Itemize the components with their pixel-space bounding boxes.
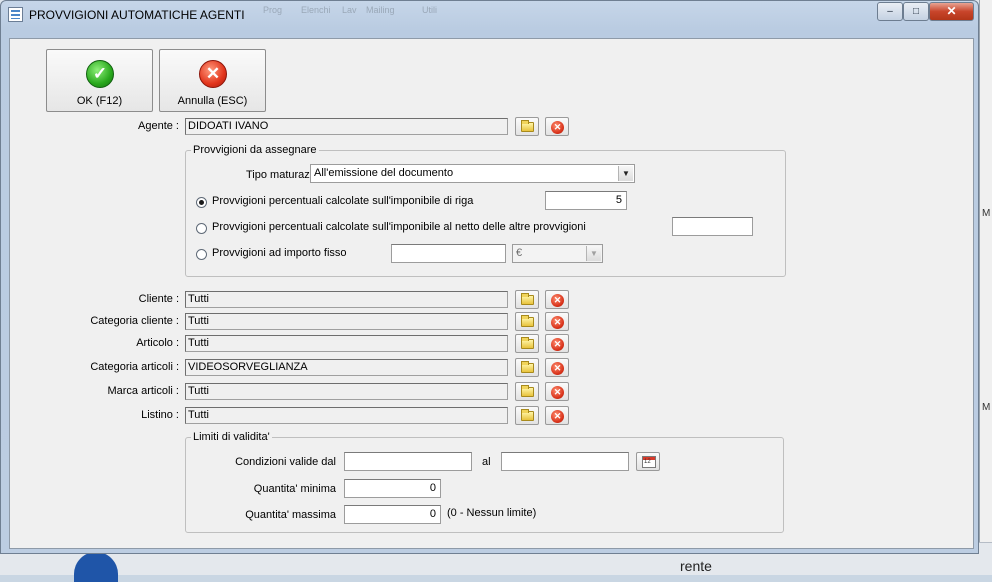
- radio-percentuali-riga-label[interactable]: Provvigioni percentuali calcolate sull'i…: [212, 195, 473, 207]
- categoria-articoli-label: Categoria articoli :: [90, 361, 179, 373]
- ghost-menu-item: Utili: [422, 5, 437, 15]
- clear-icon: ✕: [551, 410, 564, 423]
- folder-icon: [521, 293, 534, 305]
- ghost-menu-item: Elenchi: [301, 5, 331, 15]
- radio-importo-fisso-label[interactable]: Provvigioni ad importo fisso: [212, 247, 347, 259]
- valide-dal-input[interactable]: [344, 452, 472, 471]
- valide-al-input[interactable]: [501, 452, 629, 471]
- background-right-text: M: [982, 208, 991, 219]
- categoria-articoli-clear-button[interactable]: ✕: [545, 358, 569, 377]
- cliente-field[interactable]: Tutti: [185, 291, 508, 308]
- agente-field[interactable]: DIDOATI IVANO: [185, 118, 508, 135]
- clear-icon: ✕: [551, 294, 564, 307]
- articolo-field[interactable]: Tutti: [185, 335, 508, 352]
- tipo-maturazione-select[interactable]: All'emissione del documento ▼: [310, 164, 635, 183]
- categoria-cliente-browse-button[interactable]: [515, 312, 539, 331]
- marca-articoli-label: Marca articoli :: [107, 385, 179, 397]
- agente-browse-button[interactable]: [515, 117, 539, 136]
- quantita-massima-label: Quantita' massima: [245, 509, 336, 521]
- cliente-clear-button[interactable]: ✕: [545, 290, 569, 309]
- cancel-button[interactable]: ✕ Annulla (ESC): [159, 49, 266, 112]
- clear-icon: ✕: [551, 121, 564, 134]
- dialog-window: PROVVIGIONI AUTOMATICHE AGENTI Prog Elen…: [0, 0, 979, 554]
- quantita-minima-label: Quantita' minima: [253, 483, 336, 495]
- maximize-button[interactable]: □: [903, 2, 929, 21]
- clear-icon: ✕: [551, 316, 564, 329]
- ghost-menu-item: Lav: [342, 5, 357, 15]
- listino-clear-button[interactable]: ✕: [545, 406, 569, 425]
- radio-percentuali-netto-label[interactable]: Provvigioni percentuali calcolate sull'i…: [212, 221, 586, 233]
- quantita-massima-note: (0 - Nessun limite): [447, 507, 537, 519]
- cliente-label: Cliente :: [138, 293, 179, 305]
- ghost-menu-item: Prog: [263, 5, 283, 15]
- dialog-client-area: ✓ OK (F12) ✕ Annulla (ESC) Agente : DIDO…: [9, 38, 974, 549]
- ghost-menu-item: Mailing: [366, 5, 395, 15]
- title-bar[interactable]: PROVVIGIONI AUTOMATICHE AGENTI Prog Elen…: [1, 1, 980, 29]
- radio-percentuali-netto[interactable]: [196, 223, 207, 234]
- minimize-button[interactable]: –: [877, 2, 903, 21]
- validita-group-legend: Limiti di validita': [191, 431, 272, 443]
- articolo-browse-button[interactable]: [515, 334, 539, 353]
- chevron-down-icon[interactable]: ▼: [618, 166, 633, 181]
- tipo-maturazione-value: All'emissione del documento: [314, 167, 454, 179]
- chevron-down-icon[interactable]: ▼: [586, 246, 601, 261]
- listino-label: Listino :: [141, 409, 179, 421]
- background-bottom-text: rente: [680, 558, 712, 574]
- al-label: al: [482, 456, 491, 468]
- radio-percentuali-riga[interactable]: [196, 197, 207, 208]
- articolo-clear-button[interactable]: ✕: [545, 334, 569, 353]
- clear-icon: ✕: [551, 386, 564, 399]
- percentuale-riga-input[interactable]: 5: [545, 191, 627, 210]
- calendar-button[interactable]: [636, 452, 660, 471]
- quantita-massima-input[interactable]: 0: [344, 505, 441, 524]
- marca-articoli-clear-button[interactable]: ✕: [545, 382, 569, 401]
- ok-button[interactable]: ✓ OK (F12): [46, 49, 153, 112]
- cancel-button-label: Annulla (ESC): [177, 95, 248, 107]
- listino-browse-button[interactable]: [515, 406, 539, 425]
- folder-icon: [521, 120, 534, 132]
- provvigioni-group-legend: Provvigioni da assegnare: [191, 144, 319, 156]
- window-icon: [8, 7, 23, 22]
- radio-importo-fisso[interactable]: [196, 249, 207, 260]
- background-disk-icon: [74, 552, 118, 582]
- articolo-label: Articolo :: [136, 337, 179, 349]
- marca-articoli-field[interactable]: Tutti: [185, 383, 508, 400]
- folder-icon: [521, 361, 534, 373]
- folder-icon: [521, 337, 534, 349]
- cancel-x-icon: ✕: [199, 60, 227, 88]
- background-right-panel: M M: [979, 0, 992, 574]
- agente-clear-button[interactable]: ✕: [545, 117, 569, 136]
- calendar-icon: [642, 456, 656, 468]
- agente-label: Agente :: [138, 120, 179, 132]
- importo-fisso-input[interactable]: [391, 244, 506, 263]
- categoria-cliente-field[interactable]: Tutti: [185, 313, 508, 330]
- close-button[interactable]: ✕: [929, 2, 974, 21]
- marca-articoli-browse-button[interactable]: [515, 382, 539, 401]
- folder-icon: [521, 409, 534, 421]
- ok-button-label: OK (F12): [76, 95, 123, 107]
- folder-icon: [521, 385, 534, 397]
- listino-field[interactable]: Tutti: [185, 407, 508, 424]
- clear-icon: ✕: [551, 338, 564, 351]
- quantita-minima-input[interactable]: 0: [344, 479, 441, 498]
- categoria-cliente-label: Categoria cliente :: [90, 315, 179, 327]
- check-icon: ✓: [86, 60, 114, 88]
- categoria-articoli-browse-button[interactable]: [515, 358, 539, 377]
- clear-icon: ✕: [551, 362, 564, 375]
- categoria-cliente-clear-button[interactable]: ✕: [545, 312, 569, 331]
- window-title: PROVVIGIONI AUTOMATICHE AGENTI: [29, 8, 245, 22]
- percentuale-netto-input[interactable]: [672, 217, 753, 236]
- currency-value: €: [516, 247, 523, 259]
- background-right-text-2: M: [982, 402, 991, 413]
- cliente-browse-button[interactable]: [515, 290, 539, 309]
- valide-dal-label: Condizioni valide dal: [235, 456, 336, 468]
- categoria-articoli-field[interactable]: VIDEOSORVEGLIANZA: [185, 359, 508, 376]
- folder-icon: [521, 315, 534, 327]
- currency-select[interactable]: € ▼: [512, 244, 603, 263]
